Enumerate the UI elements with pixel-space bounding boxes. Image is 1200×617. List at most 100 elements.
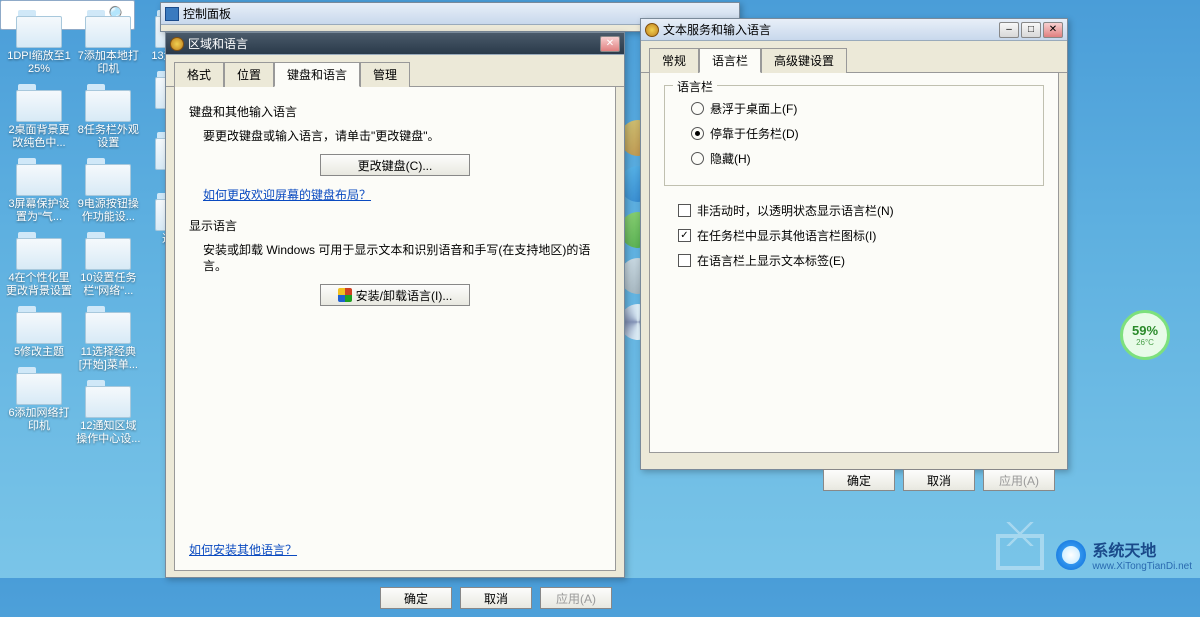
folder-icon: [83, 82, 133, 122]
checkbox-icon: [678, 254, 691, 267]
close-button[interactable]: ✕: [1043, 22, 1063, 38]
watermark: 系统天地 www.XiTongTianDi.net: [1056, 537, 1192, 572]
gauge-percent: 59%: [1132, 323, 1158, 338]
minimize-button[interactable]: –: [999, 22, 1019, 38]
apply-button[interactable]: 应用(A): [983, 469, 1055, 491]
globe-icon: [645, 23, 659, 37]
desktop-icon-label: 6添加网络打印机: [6, 407, 72, 433]
folder-icon: [14, 365, 64, 405]
watermark-url: www.XiTongTianDi.net: [1092, 561, 1192, 572]
tab-keyboard-language[interactable]: 键盘和语言: [274, 62, 360, 87]
ok-button[interactable]: 确定: [823, 469, 895, 491]
radio-hide[interactable]: 隐藏(H): [677, 146, 1031, 171]
text-title: 文本服务和输入语言: [663, 21, 995, 38]
folder-icon: [14, 8, 64, 48]
folder-icon: [83, 304, 133, 344]
desktop-icon-label: 9电源按钮操作功能设...: [75, 198, 141, 224]
keyboard-section-text: 要更改键盘或输入语言，请单击"更改键盘"。: [203, 128, 601, 144]
region-button-row: 确定 取消 应用(A): [166, 579, 624, 617]
radio-float[interactable]: 悬浮于桌面上(F): [677, 96, 1031, 121]
desktop-folder[interactable]: 4在个性化里更改背景设置: [6, 230, 72, 298]
desktop-folder[interactable]: 8任务栏外观设置: [75, 82, 141, 150]
desktop-folder[interactable]: 10设置任务栏"网络"...: [75, 230, 141, 298]
globe-icon: [170, 37, 184, 51]
checkbox-icon: [678, 204, 691, 217]
desktop-icon-label: 10设置任务栏"网络"...: [75, 272, 141, 298]
tab-language-bar[interactable]: 语言栏: [699, 48, 761, 73]
desktop-folder[interactable]: 3屏幕保护设置为"气...: [6, 156, 72, 224]
tab-advanced-keys[interactable]: 高级键设置: [761, 48, 847, 73]
maximize-button[interactable]: □: [1021, 22, 1041, 38]
radio-dock[interactable]: 停靠于任务栏(D): [677, 121, 1031, 146]
close-button[interactable]: ✕: [600, 36, 620, 52]
folder-icon: [14, 82, 64, 122]
cancel-button[interactable]: 取消: [460, 587, 532, 609]
checkbox-icon: [678, 229, 691, 242]
language-bar-group: 语言栏 悬浮于桌面上(F) 停靠于任务栏(D) 隐藏(H): [664, 85, 1044, 186]
folder-icon: [83, 156, 133, 196]
tab-general[interactable]: 常规: [649, 48, 699, 73]
check-text-labels[interactable]: 在语言栏上显示文本标签(E): [664, 248, 1044, 273]
desktop-folder[interactable]: 2桌面背景更改纯色中...: [6, 82, 72, 150]
keyboard-section-title: 键盘和其他输入语言: [189, 103, 601, 120]
shield-icon: [338, 288, 352, 302]
gauge-temp: 26°C: [1136, 338, 1154, 347]
text-titlebar[interactable]: 文本服务和输入语言 – □ ✕: [641, 19, 1067, 41]
folder-icon: [83, 230, 133, 270]
folder-icon: [14, 156, 64, 196]
watermark-name: 系统天地: [1092, 537, 1192, 561]
region-language-window: 区域和语言 ✕ 格式 位置 键盘和语言 管理 键盘和其他输入语言 要更改键盘或输…: [165, 32, 625, 578]
desktop-icon-label: 8任务栏外观设置: [75, 124, 141, 150]
radio-icon: [691, 152, 704, 165]
radio-icon: [691, 127, 704, 140]
house-watermark-icon: [990, 522, 1050, 570]
how-install-link[interactable]: 如何安装其他语言？: [189, 541, 297, 558]
desktop-icon-label: 12通知区域操作中心设...: [75, 420, 141, 446]
cancel-button[interactable]: 取消: [903, 469, 975, 491]
display-lang-section-title: 显示语言: [189, 217, 601, 234]
desktop-icon-label: 7添加本地打印机: [75, 50, 141, 76]
desktop-folder[interactable]: 5修改主题: [6, 304, 72, 359]
desktop-folder[interactable]: 7添加本地打印机: [75, 8, 141, 76]
text-panel: 语言栏 悬浮于桌面上(F) 停靠于任务栏(D) 隐藏(H) 非活动时，以透明状态…: [649, 73, 1059, 453]
desktop-folder[interactable]: 11选择经典[开始]菜单...: [75, 304, 141, 372]
check-taskbar-icons[interactable]: 在任务栏中显示其他语言栏图标(I): [664, 223, 1044, 248]
desktop-icon-label: 5修改主题: [6, 346, 72, 359]
desktop-icon-label: 2桌面背景更改纯色中...: [6, 124, 72, 150]
watermark-logo-icon: [1056, 540, 1086, 570]
install-language-button[interactable]: 安装/卸载语言(I)...: [320, 284, 470, 306]
folder-icon: [83, 8, 133, 48]
text-tabs: 常规 语言栏 高级键设置: [641, 41, 1067, 73]
text-services-window: 文本服务和输入语言 – □ ✕ 常规 语言栏 高级键设置 语言栏 悬浮于桌面上(…: [640, 18, 1068, 470]
region-title: 区域和语言: [188, 35, 596, 52]
region-panel: 键盘和其他输入语言 要更改键盘或输入语言，请单击"更改键盘"。 更改键盘(C).…: [174, 87, 616, 571]
desktop-folder[interactable]: 12通知区域操作中心设...: [75, 378, 141, 446]
desktop-folder[interactable]: 9电源按钮操作功能设...: [75, 156, 141, 224]
desktop-folder[interactable]: 1DPI缩放至125%: [6, 8, 72, 76]
text-button-row: 确定 取消 应用(A): [641, 461, 1067, 499]
desktop-icon-label: 11选择经典[开始]菜单...: [75, 346, 141, 372]
desktop-icon-label: 3屏幕保护设置为"气...: [6, 198, 72, 224]
tab-admin[interactable]: 管理: [360, 62, 410, 87]
change-keyboard-button[interactable]: 更改键盘(C)...: [320, 154, 470, 176]
desktop-icon-label: 1DPI缩放至125%: [6, 50, 72, 76]
ok-button[interactable]: 确定: [380, 587, 452, 609]
temperature-gauge[interactable]: 59% 26°C: [1120, 310, 1170, 360]
desktop-folder[interactable]: 6添加网络打印机: [6, 365, 72, 433]
welcome-layout-link[interactable]: 如何更改欢迎屏幕的键盘布局？: [203, 188, 371, 202]
apply-button[interactable]: 应用(A): [540, 587, 612, 609]
radio-icon: [691, 102, 704, 115]
tab-location[interactable]: 位置: [224, 62, 274, 87]
desktop-icon-label: 4在个性化里更改背景设置: [6, 272, 72, 298]
folder-icon: [14, 304, 64, 344]
check-transparent[interactable]: 非活动时，以透明状态显示语言栏(N): [664, 198, 1044, 223]
region-titlebar[interactable]: 区域和语言 ✕: [166, 33, 624, 55]
group-title: 语言栏: [673, 78, 717, 95]
display-lang-section-text: 安装或卸载 Windows 可用于显示文本和识别语音和手写(在支持地区)的语言。: [203, 242, 601, 274]
tab-format[interactable]: 格式: [174, 62, 224, 87]
folder-icon: [83, 378, 133, 418]
region-tabs: 格式 位置 键盘和语言 管理: [166, 55, 624, 87]
install-language-label: 安装/卸载语言(I)...: [356, 287, 453, 304]
control-panel-icon: [165, 7, 179, 21]
folder-icon: [14, 230, 64, 270]
